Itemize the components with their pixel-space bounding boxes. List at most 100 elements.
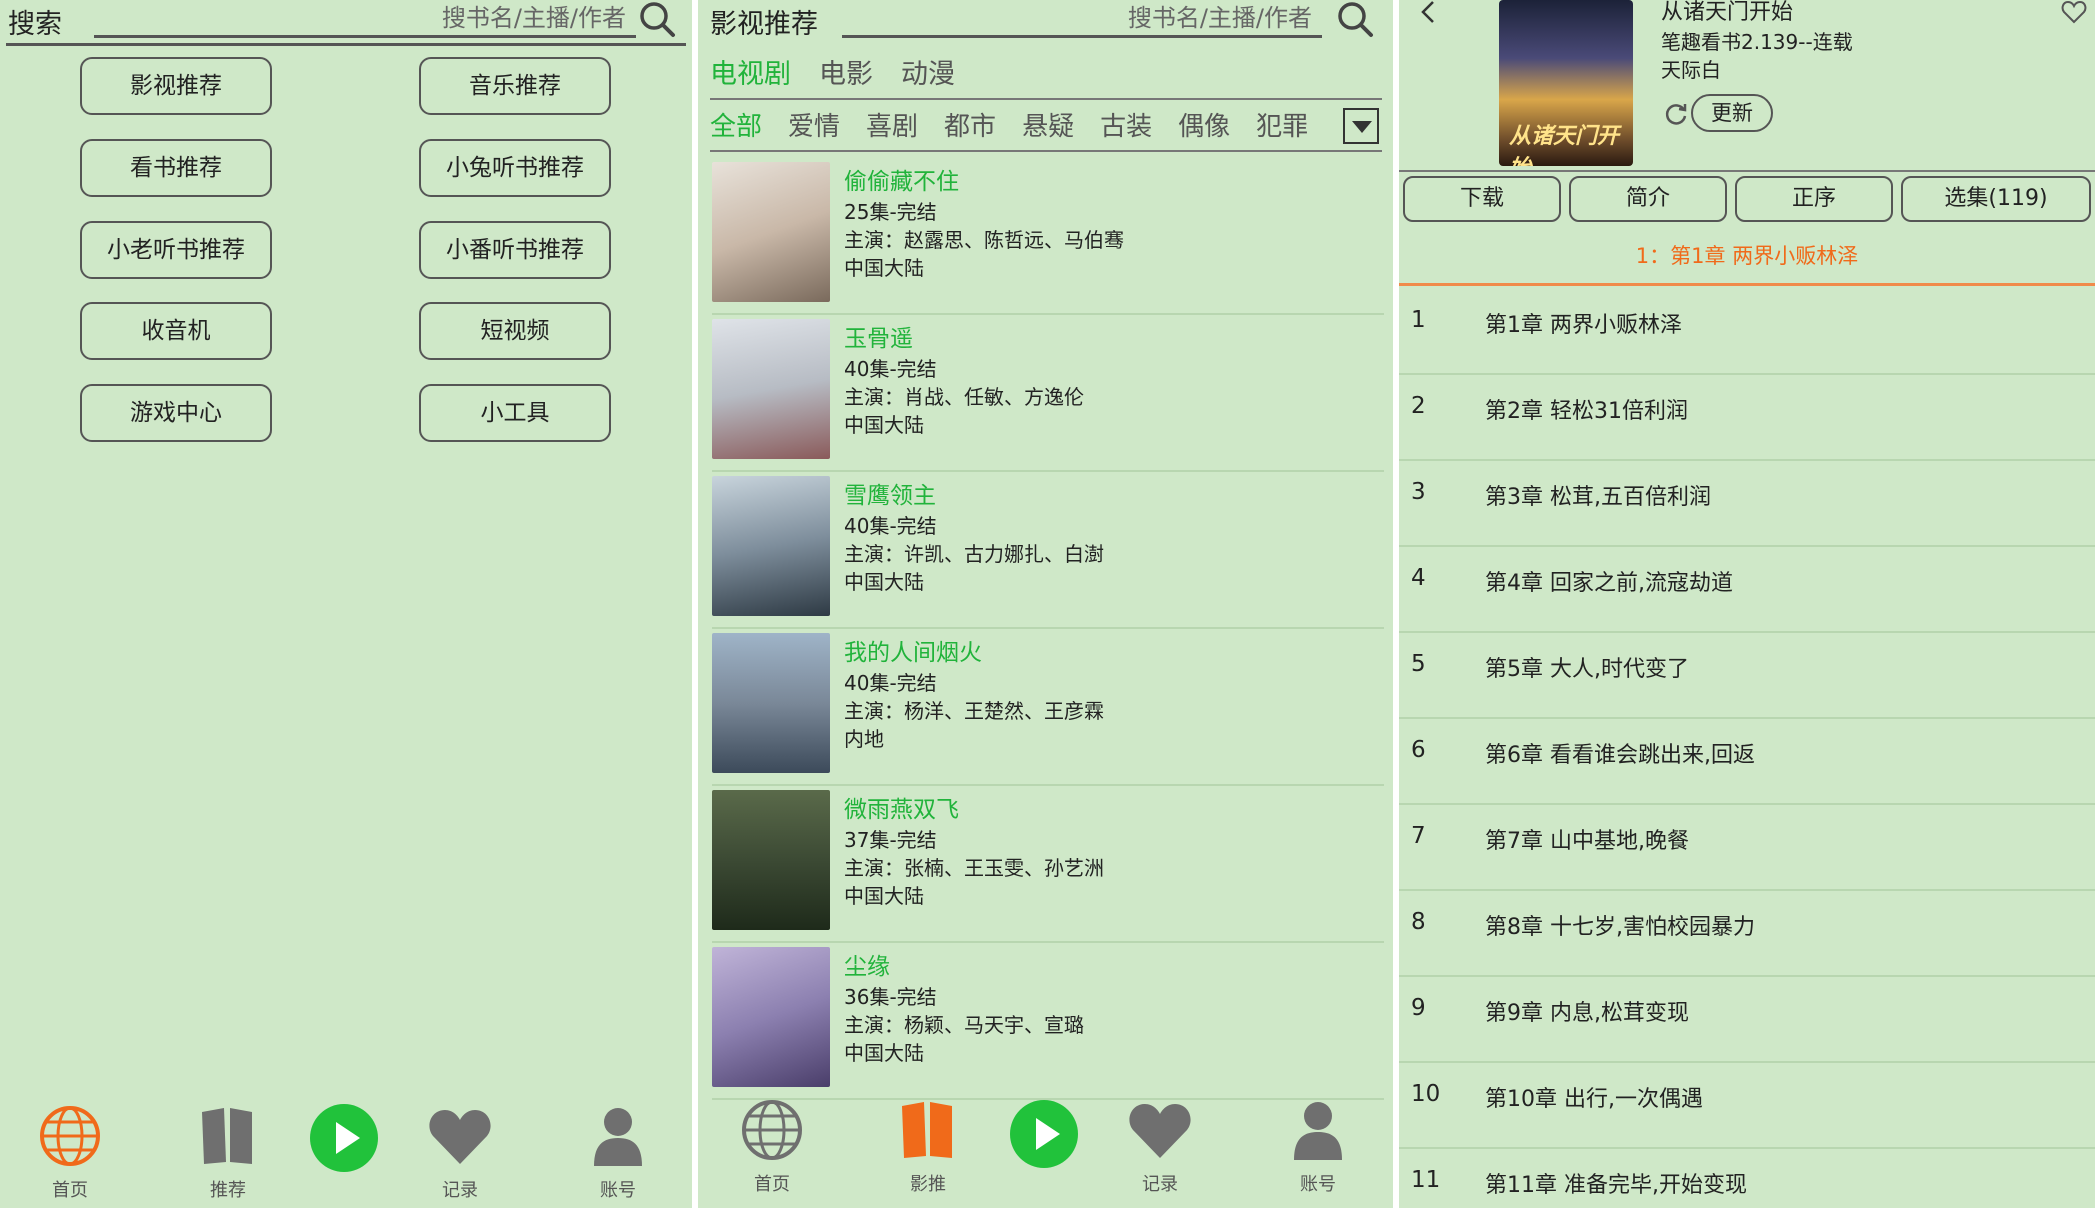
search-label: 搜索	[8, 9, 62, 40]
category-crime[interactable]: 犯罪	[1256, 112, 1308, 142]
video-list-item[interactable]: 雪鹰领主 40集-完结 主演：许凯、古力娜扎、白澍 中国大陆	[712, 472, 1384, 629]
rabbit-audiobook-button[interactable]: 小兔听书推荐	[419, 139, 611, 197]
tab-tv-series[interactable]: 电视剧	[710, 59, 791, 90]
nav-play[interactable]	[994, 1098, 1094, 1174]
nav-account[interactable]: 账号	[1268, 1098, 1368, 1196]
tab-movies[interactable]: 电影	[819, 59, 873, 90]
video-poster	[712, 633, 830, 773]
chapter-title: 第9章 内息,松茸变现	[1485, 1001, 1689, 1026]
update-button[interactable]: 更新	[1691, 94, 1773, 132]
current-chapter[interactable]: 1：第1章 两界小贩林泽	[1399, 232, 2095, 286]
category-all[interactable]: 全部	[710, 112, 762, 142]
download-button[interactable]: 下载	[1403, 176, 1561, 222]
chapter-row[interactable]: 7 第7章 山中基地,晚餐	[1399, 805, 2095, 891]
chapter-title: 第7章 山中基地,晚餐	[1485, 829, 1689, 854]
fan-audiobook-button[interactable]: 小番听书推荐	[419, 221, 611, 279]
category-divider-top	[710, 98, 1382, 100]
nav-recommend[interactable]: 影推	[878, 1098, 978, 1196]
video-list-item[interactable]: 微雨燕双飞 37集-完结 主演：张楠、王玉雯、孙艺洲 中国大陆	[712, 786, 1384, 943]
video-episodes: 40集-完结	[844, 671, 937, 695]
video-cast: 主演：许凯、古力娜扎、白澍	[844, 542, 1104, 566]
nav-recommend[interactable]: 推荐	[178, 1104, 278, 1202]
music-recommend-button[interactable]: 音乐推荐	[419, 57, 611, 115]
radio-button[interactable]: 收音机	[80, 302, 272, 360]
refresh-icon[interactable]	[1663, 101, 1689, 127]
chapter-title: 第4章 回家之前,流寇劫道	[1485, 571, 1733, 596]
book-author: 天际白	[1661, 58, 1721, 82]
category-comedy[interactable]: 喜剧	[866, 112, 918, 142]
video-cast: 主演：杨颖、马天宇、宣璐	[844, 1013, 1084, 1037]
user-icon	[594, 1108, 642, 1166]
chapter-title: 第11章 准备完毕,开始变现	[1485, 1173, 1747, 1198]
chapter-number: 9	[1411, 995, 1426, 1021]
chapter-row[interactable]: 2 第2章 轻松31倍利润	[1399, 375, 2095, 461]
video-list-item[interactable]: 玉骨遥 40集-完结 主演：肖战、任敏、方逸伦 中国大陆	[712, 315, 1384, 472]
back-arrow-icon[interactable]	[1417, 0, 1441, 24]
category-urban[interactable]: 都市	[944, 112, 996, 142]
video-list-item[interactable]: 偷偷藏不住 25集-完结 主演：赵露思、陈哲远、马伯骞 中国大陆	[712, 158, 1384, 315]
nav-recommend-label: 影推	[910, 1174, 946, 1195]
tools-button[interactable]: 小工具	[419, 384, 611, 442]
game-center-button[interactable]: 游戏中心	[80, 384, 272, 442]
search-input[interactable]: 搜书名/主播/作者	[842, 2, 1322, 38]
lao-audiobook-button[interactable]: 小老听书推荐	[80, 221, 272, 279]
video-episodes: 25集-完结	[844, 200, 937, 224]
chapter-row[interactable]: 1 第1章 两界小贩林泽	[1399, 289, 2095, 375]
play-icon	[310, 1104, 378, 1172]
chapter-number: 7	[1411, 823, 1426, 849]
category-romance[interactable]: 爱情	[788, 112, 840, 142]
search-input[interactable]: 搜书名/主播/作者	[94, 2, 636, 38]
nav-home[interactable]: 首页	[722, 1098, 822, 1196]
tab-anime[interactable]: 动漫	[901, 59, 955, 90]
chapter-title: 第1章 两界小贩林泽	[1485, 313, 1682, 338]
video-title: 玉骨遥	[844, 326, 913, 352]
category-idol[interactable]: 偶像	[1178, 112, 1230, 142]
book-cover: 从诸天门开始	[1499, 0, 1633, 166]
chapter-row[interactable]: 8 第8章 十七岁,害怕校园暴力	[1399, 891, 2095, 977]
category-divider-bottom	[710, 150, 1382, 152]
category-mystery[interactable]: 悬疑	[1022, 112, 1074, 142]
nav-records[interactable]: 记录	[410, 1106, 510, 1202]
video-poster	[712, 790, 830, 930]
video-region: 中国大陆	[844, 413, 924, 437]
chapter-row[interactable]: 6 第6章 看看谁会跳出来,回返	[1399, 719, 2095, 805]
video-list-item[interactable]: 尘缘 36集-完结 主演：杨颖、马天宇、宣璐 中国大陆	[712, 943, 1384, 1100]
chapter-row[interactable]: 10 第10章 出行,一次偶遇	[1399, 1063, 2095, 1149]
video-episodes: 40集-完结	[844, 514, 937, 538]
chapter-row[interactable]: 3 第3章 松茸,五百倍利润	[1399, 461, 2095, 547]
chapter-row[interactable]: 5 第5章 大人,时代变了	[1399, 633, 2095, 719]
nav-account[interactable]: 账号	[568, 1104, 668, 1202]
book-recommend-button[interactable]: 看书推荐	[80, 139, 272, 197]
book-icon	[202, 1108, 252, 1164]
main-tabs: 电视剧 电影 动漫	[710, 52, 983, 91]
user-icon	[1294, 1102, 1342, 1160]
favorite-heart-icon[interactable]	[2061, 0, 2087, 24]
nav-account-label: 账号	[1300, 1174, 1336, 1195]
chapter-number: 3	[1411, 479, 1426, 505]
video-region: 中国大陆	[844, 884, 924, 908]
category-dropdown-button[interactable]	[1343, 108, 1379, 144]
nav-play[interactable]	[294, 1102, 394, 1178]
search-bar: 影视推荐 搜书名/主播/作者	[698, 0, 1393, 46]
intro-button[interactable]: 简介	[1569, 176, 1727, 222]
short-video-button[interactable]: 短视频	[419, 302, 611, 360]
video-title: 雪鹰领主	[844, 483, 936, 509]
video-recommend-button[interactable]: 影视推荐	[80, 57, 272, 115]
nav-records[interactable]: 记录	[1110, 1100, 1210, 1196]
search-icon[interactable]	[1336, 0, 1374, 38]
chapter-number: 8	[1411, 909, 1426, 935]
nav-home-label: 首页	[754, 1174, 790, 1195]
chapter-row[interactable]: 9 第9章 内息,松茸变现	[1399, 977, 2095, 1063]
video-title: 尘缘	[844, 954, 890, 980]
order-button[interactable]: 正序	[1735, 176, 1893, 222]
globe-icon	[742, 1100, 802, 1160]
category-costume[interactable]: 古装	[1100, 112, 1152, 142]
chapter-row[interactable]: 11 第11章 准备完毕,开始变现	[1399, 1149, 2095, 1208]
chapter-number: 2	[1411, 393, 1426, 419]
search-icon[interactable]	[638, 0, 676, 38]
chapter-row[interactable]: 4 第4章 回家之前,流寇劫道	[1399, 547, 2095, 633]
nav-home[interactable]: 首页	[20, 1104, 120, 1202]
chapter-number: 6	[1411, 737, 1426, 763]
video-list-item[interactable]: 我的人间烟火 40集-完结 主演：杨洋、王楚然、王彦霖 内地	[712, 629, 1384, 786]
episodes-button[interactable]: 选集(119)	[1901, 176, 2091, 222]
